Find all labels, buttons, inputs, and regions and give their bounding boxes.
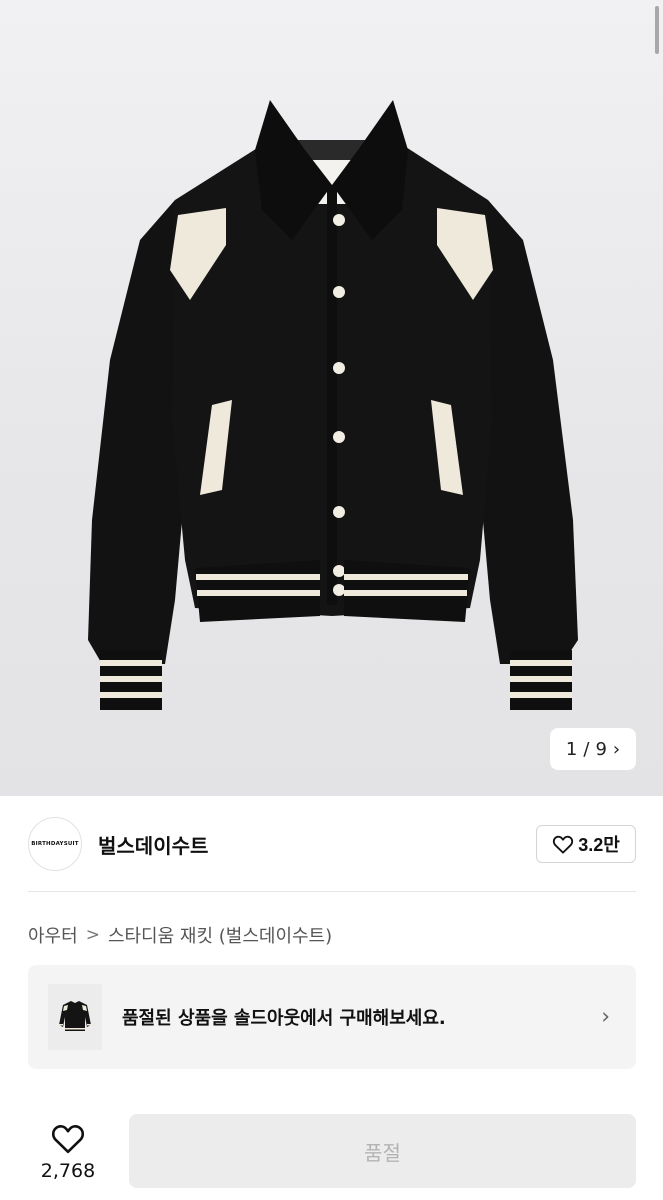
brand-name[interactable]: 벌스데이수트 [98, 830, 208, 859]
brand-logo[interactable]: BIRTHDAYSUIT [28, 817, 82, 871]
product-image-jacket [88, 100, 578, 710]
wishlist-button[interactable]: 2,768 [28, 1114, 108, 1190]
breadcrumb-separator: > [85, 925, 100, 945]
brand-like-button[interactable]: 3.2만 [536, 825, 636, 863]
brand-like-count: 3.2만 [578, 835, 620, 855]
breadcrumb: 아우터 > 스타디움 재킷 (벌스데이수트) [28, 920, 332, 950]
product-image-gallery[interactable]: 1 / 9 › [0, 0, 663, 796]
heart-outline-icon [51, 1125, 85, 1154]
soldout-banner-text: 품절된 상품을 솔드아웃에서 구매해보세요. [122, 1008, 446, 1029]
jacket-thumbnail-icon [59, 1001, 91, 1031]
heart-outline-icon [553, 835, 574, 854]
brand-logo-text: BIRTHDAYSUIT [31, 841, 79, 847]
chevron-right-icon: › [612, 738, 621, 760]
wishlist-count: 2,768 [40, 1160, 96, 1182]
buy-button-disabled[interactable]: 품절 [129, 1114, 636, 1188]
soldout-banner[interactable]: 품절된 상품을 솔드아웃에서 구매해보세요. › [28, 965, 636, 1069]
brand-row[interactable]: BIRTHDAYSUIT 벌스데이수트 3.2만 [28, 816, 636, 872]
image-counter-total: 9 [595, 738, 607, 760]
image-counter-current: 1 [565, 738, 578, 760]
chevron-right-icon: › [601, 1004, 610, 1030]
breadcrumb-category[interactable]: 아우터 [28, 922, 78, 948]
image-counter-divider: / [583, 738, 590, 760]
divider [28, 891, 636, 892]
scroll-indicator[interactable] [655, 6, 659, 54]
breadcrumb-product: 스타디움 재킷 (벌스데이수트) [107, 926, 333, 947]
product-thumbnail [48, 984, 102, 1050]
image-counter[interactable]: 1 / 9 › [550, 728, 636, 770]
